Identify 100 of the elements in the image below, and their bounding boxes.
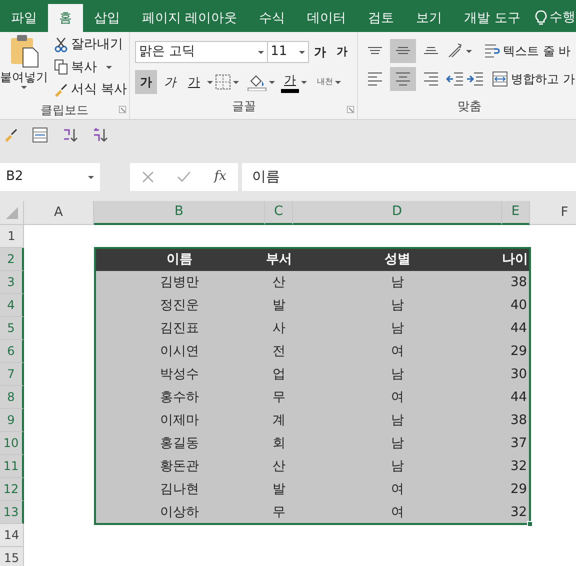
caret-icon[interactable] — [299, 50, 305, 54]
dialog-launcher-icon[interactable] — [119, 106, 126, 113]
orientation-icon[interactable] — [446, 42, 464, 60]
wrap-text-icon — [484, 43, 500, 59]
row-header[interactable]: 8 — [0, 386, 24, 409]
table-cell-text: 40 — [510, 296, 527, 315]
name-box[interactable]: B2 — [0, 163, 100, 191]
ribbon-tab[interactable]: 개발 도구 — [453, 4, 532, 32]
column-header[interactable]: B — [94, 201, 265, 225]
font-style-button[interactable]: 가 — [183, 70, 205, 94]
ribbon-tab[interactable]: 보기 — [405, 4, 454, 32]
row-header[interactable]: 12 — [0, 478, 24, 501]
table-cell-text: 30 — [510, 366, 527, 384]
font-color-button[interactable]: 가 — [281, 71, 299, 93]
brush-icon[interactable] — [4, 128, 18, 142]
copy-button[interactable]: 복사 — [52, 56, 130, 78]
align-bottom-icon — [424, 47, 438, 55]
ribbon-tab[interactable]: 수식 — [248, 4, 296, 32]
column-header[interactable]: D — [293, 201, 502, 225]
ribbon-tab[interactable]: 파일 — [0, 4, 48, 32]
sort-descending-icon[interactable] — [92, 127, 108, 143]
tell-me-field[interactable]: 수행 — [549, 8, 576, 28]
group-label: 맞춤 — [456, 98, 482, 115]
table-cell-text: 여 — [391, 388, 404, 407]
align-button[interactable] — [390, 67, 416, 91]
table-cell-text: 여 — [391, 342, 404, 361]
align-top-icon — [368, 47, 382, 55]
ribbon-tab[interactable]: 검토 — [357, 4, 406, 32]
font-name-field[interactable]: 맑은 고딕 — [135, 41, 268, 63]
row-header[interactable]: 4 — [0, 294, 24, 317]
row-header[interactable]: 2 — [0, 248, 24, 271]
table-cell-text: 이시연 — [160, 342, 199, 361]
wrap-text-button[interactable]: 텍스트 줄 바 — [482, 41, 573, 61]
caret-icon[interactable] — [335, 80, 341, 84]
decrease-indent-icon[interactable] — [446, 71, 464, 87]
caret-icon[interactable] — [233, 80, 239, 84]
ribbon-tab[interactable]: 홈 — [48, 4, 83, 32]
row-header[interactable]: 11 — [0, 455, 24, 478]
row-header[interactable]: 15 — [0, 547, 24, 566]
caret-icon[interactable] — [269, 80, 275, 84]
align-button[interactable] — [390, 39, 416, 63]
ribbon-tab[interactable]: 페이지 레이아웃 — [131, 4, 248, 32]
caret-icon[interactable] — [207, 80, 213, 84]
column-heading: 나이 — [502, 250, 528, 269]
caret-icon[interactable] — [106, 66, 112, 69]
table-cell-text: 29 — [510, 342, 527, 361]
merge-center-button[interactable]: 병합하고 가 — [490, 69, 576, 89]
font-style-button[interactable]: 가 — [135, 70, 157, 94]
table-cell-text: 32 — [510, 458, 527, 476]
borders-icon[interactable] — [215, 74, 231, 90]
row-header[interactable]: 14 — [0, 524, 24, 547]
ribbon-tab[interactable]: 삽입 — [83, 4, 131, 32]
sort-ascending-icon[interactable] — [62, 127, 78, 143]
column-header[interactable]: E — [502, 201, 530, 225]
caret-icon[interactable] — [258, 50, 264, 54]
row-header[interactable]: 7 — [0, 363, 24, 386]
merge-cells-icon[interactable] — [32, 127, 48, 143]
group-label: 클립보드 — [40, 102, 90, 118]
row-header[interactable]: 5 — [0, 317, 24, 340]
table-cell-text: 32 — [510, 504, 527, 522]
row-header[interactable]: 1 — [0, 225, 24, 248]
table-cell-text: 무 — [272, 388, 286, 407]
formula-field[interactable]: 이름 — [242, 163, 576, 191]
cut-button[interactable]: 잘라내기 — [52, 34, 130, 56]
row-header[interactable]: 3 — [0, 271, 24, 294]
column-header[interactable]: F — [530, 201, 576, 225]
grow-font-button[interactable]: 가 — [309, 40, 331, 64]
table-cell-text: 44 — [510, 320, 527, 338]
column-header[interactable]: A — [24, 201, 94, 225]
font-style-button[interactable]: 가 — [159, 70, 181, 94]
caret-icon[interactable] — [88, 176, 94, 178]
caret-icon[interactable] — [21, 86, 27, 89]
brush-icon — [54, 82, 68, 97]
column-header[interactable]: C — [265, 201, 293, 225]
shrink-font-button[interactable]: 가 — [331, 40, 353, 64]
paste-button[interactable]: 붙여넣기 — [0, 32, 48, 100]
ribbon-tab[interactable]: 데이터 — [296, 4, 358, 32]
check-icon[interactable] — [176, 171, 191, 183]
table-cell-text: 남 — [391, 296, 404, 315]
font-size-field[interactable]: 11 — [268, 41, 309, 63]
format-painter-button[interactable]: 서식 복사 — [52, 79, 130, 100]
table-cell-text: 남 — [391, 320, 404, 338]
caret-icon[interactable] — [466, 50, 472, 52]
row-header[interactable]: 9 — [0, 409, 24, 432]
align-right-icon — [423, 72, 439, 86]
increase-indent-icon[interactable] — [466, 71, 484, 87]
row-header[interactable]: 10 — [0, 432, 24, 455]
align-left-icon — [367, 72, 383, 86]
insert-function-button[interactable]: fx — [214, 167, 226, 187]
fill-color-icon[interactable] — [247, 73, 267, 91]
phonetic-button[interactable]: 내천 — [317, 76, 333, 88]
caret-icon[interactable] — [301, 80, 307, 84]
fill-handle[interactable] — [527, 521, 533, 527]
table-cell-text: 남 — [391, 412, 404, 430]
row-header[interactable]: 13 — [0, 501, 24, 524]
table-cell-text: 44 — [510, 388, 527, 407]
row-header[interactable]: 6 — [0, 340, 24, 363]
dialog-launcher-icon[interactable] — [347, 106, 354, 113]
table-cell-text: 산 — [272, 458, 286, 476]
table-cell-text: 산 — [272, 274, 286, 292]
